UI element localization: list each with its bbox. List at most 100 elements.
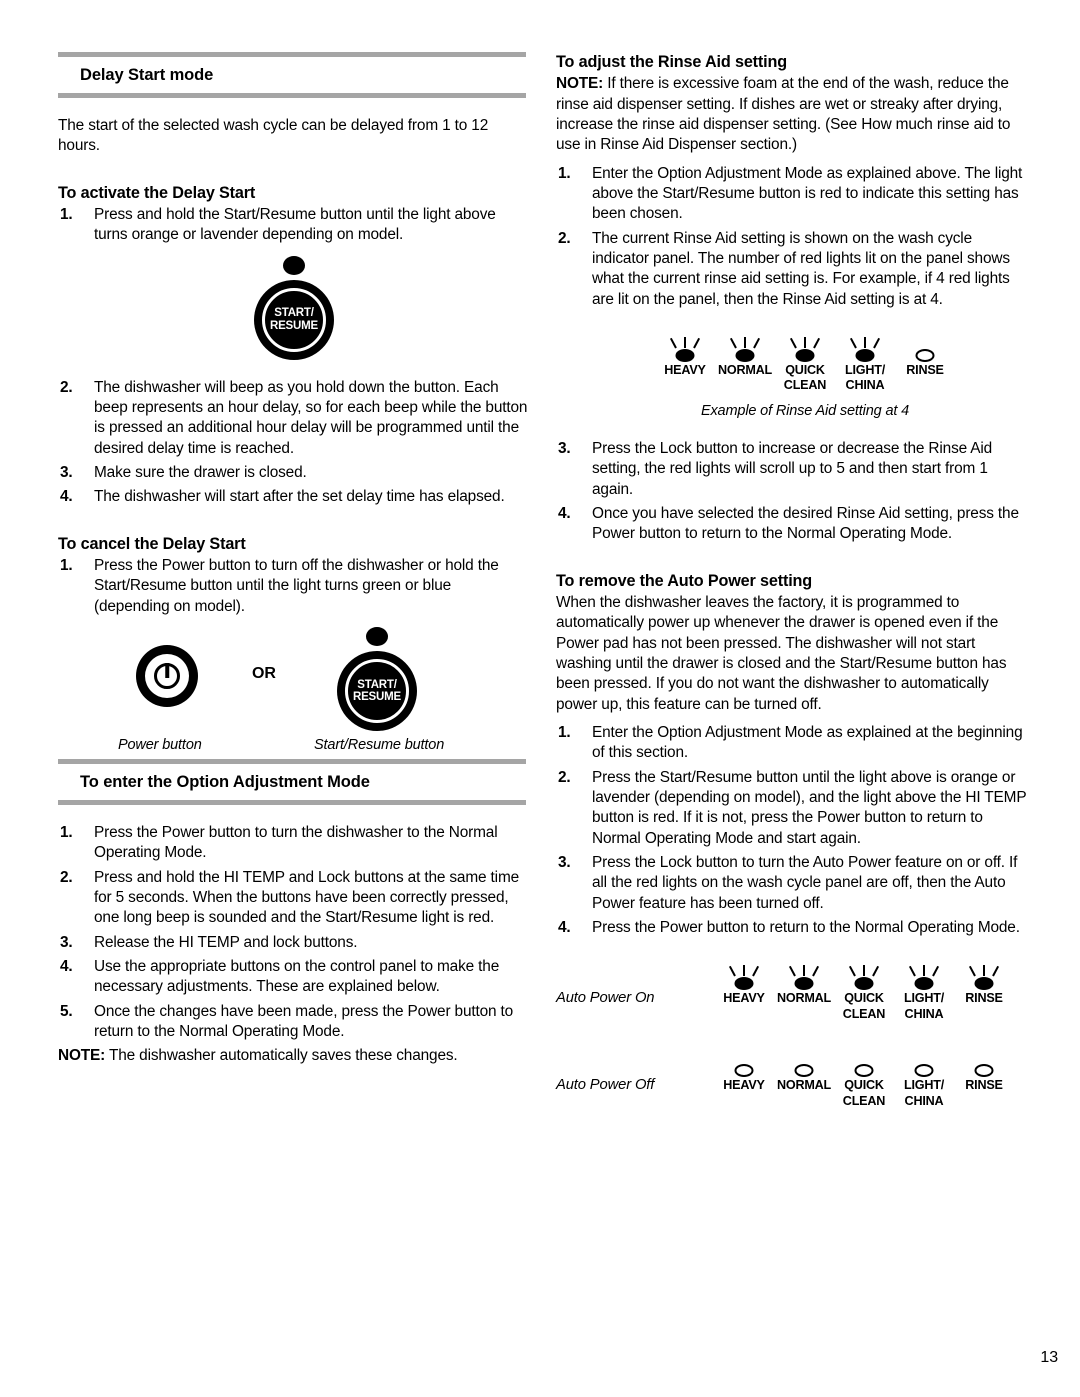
lamp-label-2: CHINA bbox=[904, 1093, 944, 1108]
lamp-light-china: LIGHT/ CHINA bbox=[894, 960, 954, 1021]
list-number: 5. bbox=[60, 1002, 73, 1020]
lamp-heavy: HEAVY bbox=[714, 960, 774, 1021]
note-text: If there is excessive foam at the end of… bbox=[556, 75, 1011, 154]
lamp-label: HEAVY bbox=[664, 362, 706, 377]
light-rays-icon bbox=[849, 334, 881, 349]
lamp-indicator-icon bbox=[974, 1064, 994, 1078]
lamp-light-china: LIGHT/ CHINA bbox=[894, 1055, 954, 1108]
lamp-rinse: RINSE bbox=[895, 332, 955, 380]
lamp-label: LIGHT/ bbox=[903, 991, 945, 1006]
list-text: Press the Power button to turn the dishw… bbox=[94, 824, 498, 862]
lamp-indicator-icon bbox=[914, 1064, 934, 1078]
list-text: Press the Lock button to increase or dec… bbox=[592, 440, 993, 498]
lamp-indicator-icon bbox=[854, 977, 874, 991]
list-item: 1. Enter the Option Adjustment Mode as e… bbox=[556, 723, 1028, 764]
light-rays-icon bbox=[848, 962, 880, 977]
list-number: 4. bbox=[558, 918, 571, 936]
light-rays-icon bbox=[729, 334, 761, 349]
list-number: 1. bbox=[60, 206, 73, 224]
lamp-normal: NORMAL bbox=[774, 960, 834, 1021]
lamp-label: RINSE bbox=[906, 362, 944, 377]
figure-auto-power-off: Auto Power Off HEAVY NORMAL QUICK CLEAN … bbox=[556, 1055, 1028, 1108]
list-text: Press the Power button to return to the … bbox=[592, 918, 1020, 936]
figure-rinse-aid-panel: HEAVY NORMAL QUICK CLEAN LIGHT/ CHINA RI… bbox=[556, 332, 1028, 419]
list-item: 5. Once the changes have been made, pres… bbox=[58, 1002, 530, 1043]
start-resume-button-icon: START/ RESUME bbox=[337, 650, 417, 731]
list-item: 2. The dishwasher will beep as you hold … bbox=[58, 378, 530, 459]
list-text: Once you have selected the desired Rinse… bbox=[592, 505, 1019, 543]
list-item: 4. The dishwasher will start after the s… bbox=[58, 487, 530, 507]
power-button-icon bbox=[136, 644, 198, 707]
subheading-remove-auto-power: To remove the Auto Power setting bbox=[556, 571, 813, 590]
activate-steps-list-2: 2. The dishwasher will beep as you hold … bbox=[58, 378, 530, 508]
lamp-label-2: CLEAN bbox=[842, 1006, 886, 1021]
light-rays-icon bbox=[728, 962, 760, 977]
list-item: 2. Press the Start/Resume button until t… bbox=[556, 768, 1028, 849]
list-item: 1. Press and hold the Start/Resume butto… bbox=[58, 205, 530, 246]
note-label: NOTE: bbox=[556, 75, 604, 93]
list-text: Press the Power button to turn off the d… bbox=[94, 556, 499, 615]
list-item: 4. Use the appropriate buttons on the co… bbox=[58, 957, 530, 998]
lamp-heavy: HEAVY bbox=[655, 332, 715, 380]
lamp-label: QUICK bbox=[785, 362, 825, 377]
light-rays-icon bbox=[669, 334, 701, 349]
list-item: 3. Make sure the drawer is closed. bbox=[58, 463, 530, 483]
light-rays-icon bbox=[788, 962, 820, 977]
lamp-label: LIGHT/ bbox=[903, 1078, 945, 1093]
lamp-label: HEAVY bbox=[723, 1078, 765, 1093]
lamp-light-china: LIGHT/ CHINA bbox=[835, 332, 895, 393]
section-heading-option-adjustment-mode: To enter the Option Adjustment Mode bbox=[80, 772, 370, 791]
list-number: 3. bbox=[60, 933, 73, 951]
delay-start-intro: The start of the selected wash cycle can… bbox=[58, 117, 489, 155]
list-item: 3. Press the Lock button to increase or … bbox=[556, 439, 1028, 500]
lamp-heavy: HEAVY bbox=[714, 1055, 774, 1108]
activate-steps-list-1: 1. Press and hold the Start/Resume butto… bbox=[58, 205, 530, 246]
lamp-label-2: CHINA bbox=[845, 378, 885, 393]
lamp-indicator-icon bbox=[854, 1064, 874, 1078]
list-item: 4. Once you have selected the desired Ri… bbox=[556, 504, 1028, 545]
list-item: 4. Press the Power button to return to t… bbox=[556, 918, 1028, 938]
list-number: 2. bbox=[558, 229, 571, 247]
list-text: Release the HI TEMP and lock buttons. bbox=[94, 933, 358, 951]
list-text: Make sure the drawer is closed. bbox=[94, 464, 307, 482]
figure-start-resume-button: START/ RESUME bbox=[58, 255, 530, 360]
lamp-indicator-icon bbox=[795, 348, 815, 362]
list-text: Press the Lock button to turn the Auto P… bbox=[592, 853, 1018, 912]
cancel-steps-list: 1. Press the Power button to turn off th… bbox=[58, 556, 530, 617]
lamp-indicator-icon bbox=[735, 348, 755, 362]
right-column: To adjust the Rinse Aid setting NOTE: If… bbox=[556, 52, 1028, 1109]
lamp-quick-clean: QUICK CLEAN bbox=[834, 960, 894, 1021]
auto-power-steps-list: 1. Enter the Option Adjustment Mode as e… bbox=[556, 723, 1028, 938]
lamp-indicator-icon bbox=[734, 977, 754, 991]
list-item: 3. Release the HI TEMP and lock buttons. bbox=[58, 933, 530, 953]
list-number: 4. bbox=[60, 488, 73, 506]
list-text: Once the changes have been made, press t… bbox=[94, 1002, 514, 1040]
lamp-indicator-icon bbox=[855, 348, 875, 362]
lamp-indicator-icon bbox=[974, 977, 994, 991]
option-adjustment-steps-list: 1. Press the Power button to turn the di… bbox=[58, 823, 530, 1042]
caption-start-resume-button: Start/Resume button bbox=[314, 736, 445, 753]
subheading-cancel-delay-start: To cancel the Delay Start bbox=[58, 534, 246, 553]
lamp-quick-clean: QUICK CLEAN bbox=[775, 332, 835, 393]
lamp-indicator-icon bbox=[794, 1064, 814, 1078]
lamp-rinse: RINSE bbox=[954, 960, 1014, 1021]
lamp-normal: NORMAL bbox=[774, 1055, 834, 1108]
list-number: 2. bbox=[558, 768, 571, 786]
figure-power-or-start-resume: OR START/ RESUME Power button Start/Resu… bbox=[58, 626, 530, 753]
start-resume-label-line1: START/ bbox=[274, 307, 314, 320]
list-item: 3. Press the Lock button to turn the Aut… bbox=[556, 853, 1028, 914]
list-number: 2. bbox=[60, 378, 73, 396]
light-rays-icon bbox=[908, 962, 940, 977]
lamp-label: RINSE bbox=[965, 1078, 1003, 1093]
lamp-label: QUICK bbox=[844, 1078, 884, 1093]
indicator-lamp-row: HEAVY NORMAL QUICK CLEAN LIGHT/ CHINA RI… bbox=[556, 332, 1028, 393]
lamp-rinse: RINSE bbox=[954, 1055, 1014, 1108]
list-number: 3. bbox=[558, 440, 571, 458]
caption-rinse-aid-example: Example of Rinse Aid setting at 4 bbox=[700, 403, 910, 420]
note-text: The dishwasher automatically saves these… bbox=[105, 1047, 458, 1065]
power-symbol-icon bbox=[154, 662, 180, 689]
lamp-indicator-icon bbox=[914, 977, 934, 991]
indicator-light-dot-icon bbox=[283, 255, 305, 275]
lamp-label: HEAVY bbox=[723, 991, 765, 1006]
list-text: Use the appropriate buttons on the contr… bbox=[94, 958, 500, 996]
